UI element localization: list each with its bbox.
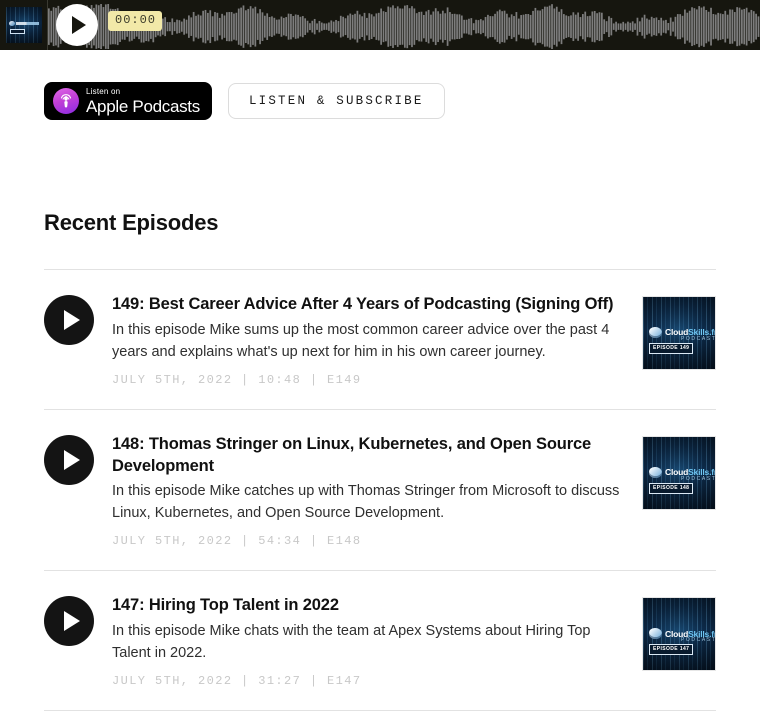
episode-description: In this episode Mike sums up the most co… — [112, 321, 610, 360]
cover-art-subtitle: PODCAST — [681, 637, 715, 644]
episode-description: In this episode Mike catches up with Tho… — [112, 483, 620, 522]
cover-art-subtitle: PODCAST — [681, 475, 715, 482]
apple-badge-small-text: Listen on — [86, 86, 121, 96]
play-triangle-icon — [63, 449, 80, 470]
play-triangle-icon — [63, 611, 80, 632]
episode-list-item[interactable]: 147: Hiring Top Talent in 2022 In this e… — [44, 571, 716, 710]
subscribe-row: Listen on Apple Podcasts LISTEN & SUBSCR… — [0, 50, 760, 124]
cloudskills-swirl-icon — [649, 628, 662, 640]
cover-art-image: CloudSkills.fm PODCAST EPISODE 148 — [643, 436, 715, 509]
cover-art-episode-badge: EPISODE 148 — [649, 482, 694, 494]
player-cover-art — [0, 0, 48, 50]
apple-podcasts-badge[interactable]: Listen on Apple Podcasts — [44, 82, 212, 120]
episode-details: 147: Hiring Top Talent in 2022 In this e… — [94, 595, 642, 688]
episode-meta: JULY 5TH, 2022 | 31:27 | E147 — [112, 674, 362, 689]
cover-art-episode-badge: EPISODE 147 — [649, 644, 694, 656]
episode-list-item[interactable]: 148: Thomas Stringer on Linux, Kubernete… — [44, 410, 716, 571]
cloudskills-swirl-icon — [649, 327, 662, 338]
episode-title[interactable]: 149: Best Career Advice After 4 Years of… — [112, 294, 626, 316]
episode-description: In this episode Mike chats with the team… — [112, 623, 591, 662]
apple-badge-big-text: Apple Podcasts — [86, 96, 200, 116]
cover-art-logo — [8, 20, 39, 26]
episode-play-button[interactable] — [44, 596, 94, 647]
listen-and-subscribe-button[interactable]: LISTEN & SUBSCRIBE — [227, 83, 445, 119]
cover-art-image: CloudSkills.fm PODCAST EPISODE 147 — [643, 598, 715, 671]
episode-thumbnail[interactable]: CloudSkills.fm PODCAST EPISODE 147 — [642, 597, 716, 672]
divider — [44, 710, 716, 712]
cloudskills-swirl-icon — [8, 20, 15, 26]
episode-thumbnail[interactable]: CloudSkills.fm PODCAST EPISODE 148 — [642, 435, 716, 510]
episode-thumbnail[interactable]: CloudSkills.fm PODCAST EPISODE 149 — [642, 296, 716, 370]
cloudskills-swirl-icon — [649, 466, 662, 478]
episode-details: 148: Thomas Stringer on Linux, Kubernete… — [94, 434, 642, 549]
audio-player-bar: 00:00 — [0, 0, 760, 50]
play-triangle-icon — [72, 16, 86, 34]
episode-play-button[interactable] — [44, 295, 94, 345]
apple-podcasts-label: Listen on Apple Podcasts — [86, 86, 200, 116]
cover-art-episode-badge: EPISODE 149 — [649, 343, 694, 354]
episode-meta: JULY 5TH, 2022 | 54:34 | E148 — [112, 534, 362, 549]
apple-podcasts-mic-icon — [53, 88, 79, 114]
episode-title[interactable]: 147: Hiring Top Talent in 2022 — [112, 595, 626, 617]
player-current-time: 00:00 — [108, 11, 163, 31]
episode-meta: JULY 5TH, 2022 | 10:48 | E149 — [112, 372, 362, 387]
cover-art-image: CloudSkills.fm PODCAST EPISODE 149 — [643, 297, 715, 369]
page-title: Recent Episodes — [44, 210, 219, 235]
episode-title[interactable]: 148: Thomas Stringer on Linux, Kubernete… — [112, 434, 626, 478]
cover-art-episode-badge — [9, 29, 25, 34]
cover-art-image — [5, 7, 42, 43]
recent-episodes-section: Recent Episodes 149: Best Career Advice … — [0, 210, 760, 712]
episode-details: 149: Best Career Advice After 4 Years of… — [94, 294, 642, 387]
player-play-button[interactable] — [56, 4, 98, 46]
episode-play-button[interactable] — [44, 434, 94, 485]
cover-art-wordmark — [15, 21, 39, 25]
episode-list-item[interactable]: 149: Best Career Advice After 4 Years of… — [44, 270, 716, 409]
cover-art-subtitle: PODCAST — [681, 336, 715, 342]
play-triangle-icon — [63, 310, 80, 330]
